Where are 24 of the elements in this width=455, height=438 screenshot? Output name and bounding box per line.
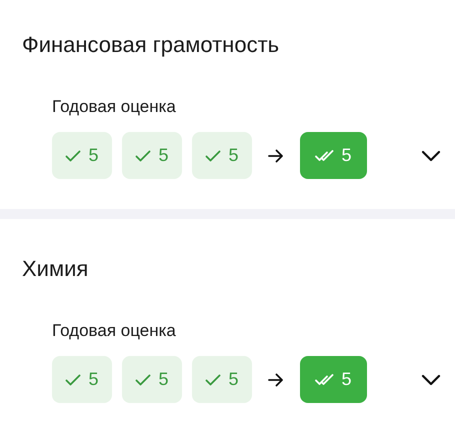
grade-badge: 5 [192,356,252,403]
final-grade-badge: 5 [300,356,367,403]
check-icon [205,150,222,162]
arrow-icon [268,148,284,162]
check-icon [135,150,152,162]
check-icon [135,374,152,386]
grade-badge: 5 [52,356,112,403]
chevron-icon [421,374,441,386]
arrow-icon [268,372,284,386]
grade-badge: 5 [122,356,182,403]
grade-badge: 5 [192,132,252,179]
subject-title: Финансовая грамотность [22,31,280,59]
double-check-icon [315,150,334,162]
check-icon [65,150,82,162]
chevron-icon [421,150,441,162]
subject-title: Химия [22,255,90,283]
check-icon [205,374,222,386]
grade-badge: 5 [122,132,182,179]
check-icon [65,374,82,386]
grade-badge: 5 [52,132,112,179]
double-check-icon [315,374,334,386]
final-grade-badge: 5 [300,132,367,179]
grade-label: Годовая оценка [52,320,177,342]
grade-label: Годовая оценка [52,96,177,118]
